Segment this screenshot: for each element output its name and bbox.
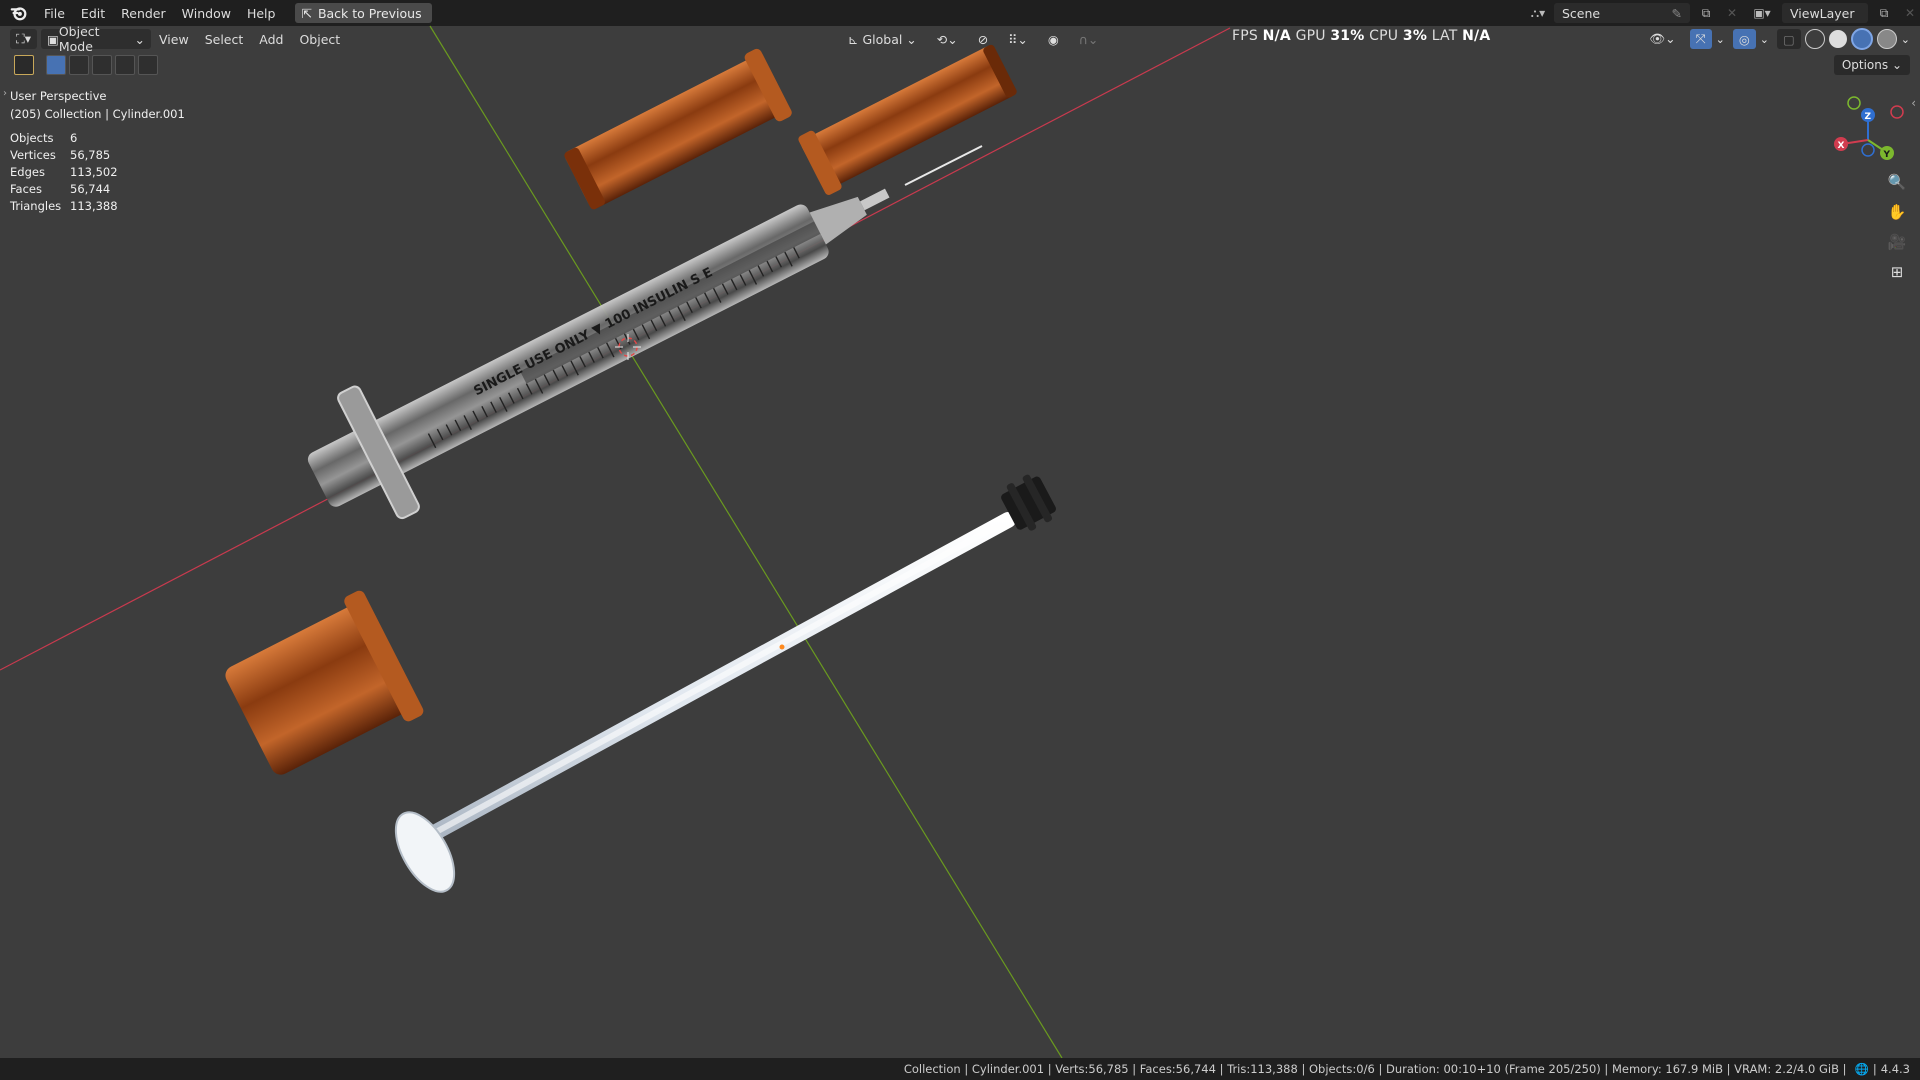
select-subtract-icon[interactable] xyxy=(92,55,112,75)
tweak-tool-icon[interactable] xyxy=(14,55,34,75)
cpu-value: 3% xyxy=(1402,28,1428,44)
rendered-shading-icon[interactable] xyxy=(1876,29,1897,49)
toolbar-expand-icon[interactable]: › xyxy=(3,88,7,99)
select-extend-icon[interactable] xyxy=(69,55,89,75)
menu-select[interactable]: Select xyxy=(197,32,252,47)
select-intersect-icon[interactable] xyxy=(138,55,158,75)
fps-label: FPS xyxy=(1232,28,1258,44)
pivot-point-icon[interactable]: ⟲⌄ xyxy=(931,29,964,49)
view-name: User Perspective xyxy=(10,89,107,103)
menu-object[interactable]: Object xyxy=(291,32,348,47)
transform-orientation-dropdown[interactable]: ⊾ Global ⌄ xyxy=(842,29,923,49)
cpu-label: CPU xyxy=(1369,28,1399,44)
zoom-icon[interactable]: 🔍 xyxy=(1884,169,1910,195)
perspective-grid-icon[interactable]: ⊞ xyxy=(1884,259,1910,285)
stat-faces: Faces 56,744 xyxy=(10,182,111,196)
performance-readout: FPS N/A GPU 31% CPU 3% LAT N/A xyxy=(1232,28,1490,44)
viewport-info: User Perspective (205) Collection | Cyli… xyxy=(10,87,185,123)
fps-value: N/A xyxy=(1262,28,1291,44)
select-mode-tools xyxy=(14,55,158,75)
needle-cap-2[interactable] xyxy=(797,39,1020,196)
collection-info: (205) Collection | Cylinder.001 xyxy=(10,107,185,121)
object-mode-label: Object Mode xyxy=(58,24,100,54)
lat-label: LAT xyxy=(1431,28,1458,44)
chevron-down-icon: ⌄ xyxy=(1888,58,1902,72)
network-globe-icon[interactable]: 🌐 xyxy=(1855,1062,1869,1076)
gizmo-z-label: Z xyxy=(1865,112,1872,122)
editor-type-button[interactable]: ⛶▾ xyxy=(10,29,38,49)
options-label: Options xyxy=(1841,58,1889,72)
snap-increment-icon[interactable]: ⠿⌄ xyxy=(1002,29,1034,49)
stat-objects: Objects 6 xyxy=(10,131,78,145)
overlay-dropdown-icon[interactable]: ⌄ xyxy=(1760,33,1769,46)
gizmo-toggle-icon[interactable]: ⤧ xyxy=(1689,29,1712,49)
falloff-icon[interactable]: ∩⌄ xyxy=(1073,29,1105,49)
version-label: 4.4.3 xyxy=(1880,1062,1910,1076)
gizmo-x-label: X xyxy=(1838,141,1845,151)
needle[interactable] xyxy=(904,145,983,186)
orientation-label: Global xyxy=(862,31,903,47)
plunger-cap[interactable] xyxy=(217,589,425,787)
pan-hand-icon[interactable]: ✋ xyxy=(1884,199,1910,225)
gizmo-dropdown-icon[interactable]: ⌄ xyxy=(1716,33,1725,46)
wireframe-shading-icon[interactable] xyxy=(1804,29,1825,49)
status-text: Collection | Cylinder.001 | Verts:56,785… xyxy=(903,1062,1847,1076)
stat-edges: Edges 113,502 xyxy=(10,165,118,179)
shading-dropdown-icon[interactable]: ⌄ xyxy=(1901,33,1910,46)
object-mode-icon: ▣ xyxy=(47,31,59,47)
viewport-header: ⛶▾ ▣ Object Mode ⌄ View Select Add Objec… xyxy=(0,24,1920,54)
stat-vertices: Vertices 56,785 xyxy=(10,148,111,162)
object-mode-dropdown[interactable]: ▣ Object Mode ⌄ xyxy=(41,24,152,54)
camera-view-icon[interactable]: 🎥 xyxy=(1884,229,1910,255)
menu-add[interactable]: Add xyxy=(251,32,291,47)
sidebar-expand-icon[interactable]: ‹ xyxy=(1911,96,1916,110)
snap-icon[interactable]: ⊘ xyxy=(972,29,994,49)
material-shading-icon[interactable] xyxy=(1850,28,1873,50)
lat-value: N/A xyxy=(1462,28,1491,44)
options-dropdown[interactable]: Options ⌄ xyxy=(1833,55,1910,75)
select-invert-icon[interactable] xyxy=(115,55,135,75)
solid-shading-icon[interactable] xyxy=(1828,30,1847,48)
stat-triangles: Triangles 113,388 xyxy=(10,199,118,213)
plunger[interactable] xyxy=(384,470,1060,901)
status-bar: Collection | Cylinder.001 | Verts:56,785… xyxy=(0,1058,1920,1080)
proportional-edit-icon[interactable]: ◉ xyxy=(1042,29,1065,49)
chevron-down-icon: ⌄ xyxy=(134,31,146,47)
visibility-icon[interactable]: 👁⌄ xyxy=(1643,29,1681,49)
viewport-3d[interactable]: SINGLE USE ONLY ▼ 100 INSULIN S E xyxy=(0,0,1920,1080)
select-new-icon[interactable] xyxy=(46,55,66,75)
viewport-display-tools: 👁⌄ ⤧ ⌄ ◎ ⌄ ▢ ⌄ xyxy=(1639,26,1910,52)
menu-view[interactable]: View xyxy=(151,32,197,47)
navigation-gizmo[interactable]: Z X Y xyxy=(1820,90,1910,170)
xray-toggle-icon[interactable]: ▢ xyxy=(1776,29,1801,49)
gpu-label: GPU xyxy=(1295,28,1326,44)
needle-cap-1[interactable] xyxy=(560,47,793,216)
gpu-value: 31% xyxy=(1330,28,1365,44)
gizmo-y-label: Y xyxy=(1883,150,1891,160)
overlay-toggle-icon[interactable]: ◎ xyxy=(1732,29,1756,49)
scene-statistics: Objects 6 Vertices 56,785 Edges 113,502 Fac… xyxy=(10,131,118,216)
orientation-icon: ⊾ xyxy=(848,31,863,47)
transform-tools: ⊾ Global ⌄ ⟲⌄ ⊘ ⠿⌄ ◉ ∩⌄ xyxy=(838,26,1104,52)
